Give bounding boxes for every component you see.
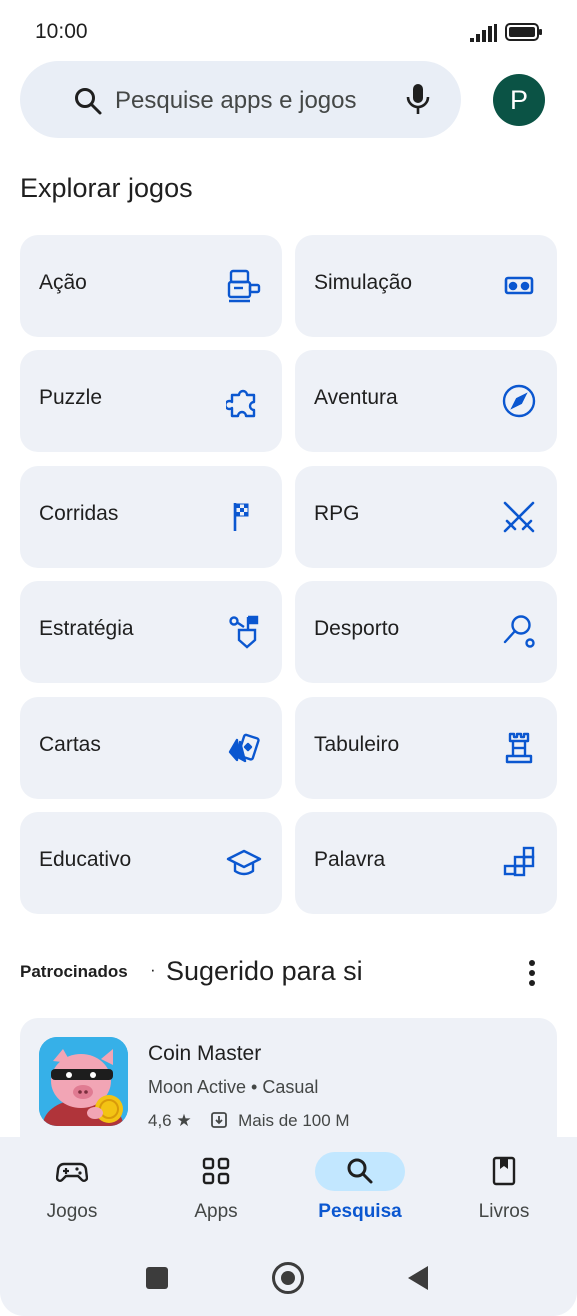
search-input[interactable]: Pesquise apps e jogos — [115, 87, 357, 115]
crossword-icon — [501, 845, 537, 881]
category-adventure[interactable]: Aventura — [295, 350, 557, 452]
home-button-dot — [281, 1271, 295, 1285]
category-sport[interactable]: Desporto — [295, 581, 557, 683]
search-bar[interactable]: Pesquise apps e jogos — [20, 61, 461, 138]
arcade-icon — [226, 268, 262, 304]
crossed-swords-icon — [501, 499, 537, 535]
app-downloads: Mais de 100 M — [238, 1111, 350, 1130]
nav-label: Apps — [194, 1201, 238, 1222]
nav-item-search[interactable]: Pesquisa — [288, 1137, 432, 1237]
status-time: 10:00 — [35, 20, 88, 43]
category-label: RPG — [314, 502, 360, 525]
compass-icon — [501, 383, 537, 419]
nav-item-apps[interactable]: Apps — [144, 1137, 288, 1237]
battery-icon — [505, 23, 542, 41]
app-icon-coin-master — [39, 1037, 128, 1126]
category-label: Aventura — [314, 386, 398, 409]
nav-label: Livros — [478, 1201, 530, 1222]
category-racing[interactable]: Corridas — [20, 466, 282, 568]
vr-headset-icon — [501, 268, 537, 304]
nav-label: Pesquisa — [318, 1201, 402, 1222]
category-word[interactable]: Palavra — [295, 812, 557, 914]
checkered-flag-icon — [226, 499, 262, 535]
category-rpg[interactable]: RPG — [295, 466, 557, 568]
category-label: Educativo — [39, 848, 132, 871]
graduation-cap-icon — [226, 845, 262, 881]
puzzle-piece-icon — [224, 383, 262, 419]
separator-dot: · — [150, 960, 156, 979]
category-puzzle[interactable]: Puzzle — [20, 350, 282, 452]
playing-cards-icon — [226, 730, 262, 766]
account-avatar[interactable]: P — [493, 74, 545, 126]
more-vert-icon[interactable] — [521, 957, 543, 989]
chess-rook-icon — [501, 730, 537, 766]
category-strategy[interactable]: Estratégia — [20, 581, 282, 683]
signal-icon — [470, 24, 497, 42]
category-label: Desporto — [314, 617, 400, 640]
microphone-icon[interactable] — [403, 82, 433, 116]
category-board[interactable]: Tabuleiro — [295, 697, 557, 799]
app-developer-category: Moon Active • Casual — [148, 1077, 319, 1097]
racket-icon — [501, 614, 537, 650]
app-name: Coin Master — [148, 1042, 262, 1065]
gamepad-icon — [56, 1162, 88, 1182]
nav-item-games[interactable]: Jogos — [0, 1137, 144, 1237]
nav-item-books[interactable]: Livros — [432, 1137, 576, 1237]
back-button[interactable] — [408, 1266, 428, 1290]
status-bar: 10:00 — [0, 0, 577, 58]
sponsored-label: Patrocinados — [20, 962, 128, 981]
category-label: Puzzle — [39, 386, 103, 409]
category-cards[interactable]: Cartas — [20, 697, 282, 799]
download-icon — [211, 1112, 228, 1128]
category-simulation[interactable]: Simulação — [295, 235, 557, 337]
category-label: Simulação — [314, 271, 413, 294]
category-educational[interactable]: Educativo — [20, 812, 282, 914]
category-label: Ação — [39, 271, 87, 294]
search-icon[interactable] — [72, 85, 104, 117]
category-label: Tabuleiro — [314, 733, 400, 756]
app-stats: 4,6 ★ Mais de 100 M — [148, 1111, 350, 1131]
app-rating: 4,6 ★ — [148, 1111, 192, 1130]
recents-button[interactable] — [146, 1267, 168, 1289]
system-navigation-bar — [0, 1245, 577, 1311]
category-label: Cartas — [39, 733, 101, 756]
category-label: Corridas — [39, 502, 119, 525]
search-icon — [347, 1158, 373, 1184]
strategy-flag-icon — [226, 614, 262, 650]
suggested-title: Sugerido para si — [166, 956, 363, 986]
nav-label: Jogos — [46, 1201, 98, 1222]
home-button[interactable] — [272, 1262, 304, 1294]
category-action[interactable]: Ação — [20, 235, 282, 337]
bookmark-book-icon — [492, 1156, 516, 1186]
section-title-explore-games: Explorar jogos — [20, 173, 193, 203]
category-label: Estratégia — [39, 617, 134, 640]
apps-grid-icon — [202, 1157, 230, 1185]
category-label: Palavra — [314, 848, 386, 871]
